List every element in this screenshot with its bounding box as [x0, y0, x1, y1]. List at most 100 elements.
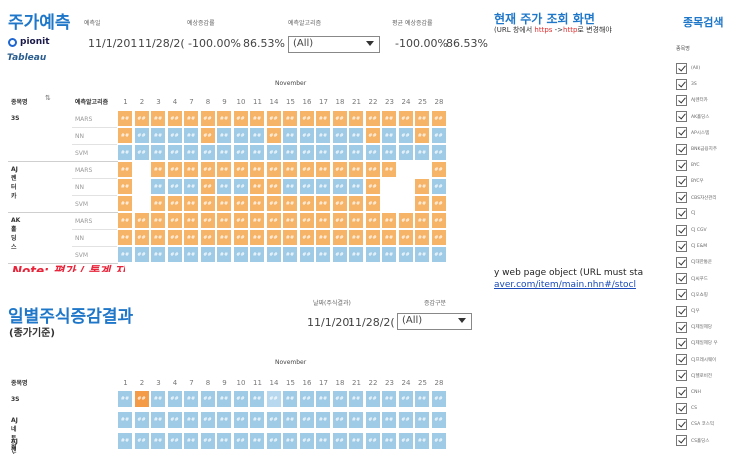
- heatmap-cell[interactable]: ##: [118, 145, 133, 161]
- heatmap-cell[interactable]: ##: [415, 196, 430, 212]
- heatmap-cell[interactable]: ##: [316, 213, 331, 229]
- heatmap-cell[interactable]: ##: [431, 230, 447, 246]
- heatmap-cell[interactable]: ##: [184, 196, 199, 212]
- heatmap-cell[interactable]: ##: [184, 433, 199, 450]
- heatmap-cell[interactable]: ##: [233, 230, 249, 246]
- s2-date-from[interactable]: 11/1/20:: [307, 316, 353, 329]
- filter-rate-min[interactable]: -100.00%: [188, 37, 241, 50]
- heatmap-cell[interactable]: ##: [365, 412, 381, 429]
- heatmap-cell[interactable]: ##: [233, 412, 249, 429]
- heatmap-cell[interactable]: ##: [200, 111, 216, 127]
- heatmap-cell[interactable]: ##: [365, 111, 381, 127]
- stock-checkbox-item[interactable]: CJ헬로비전: [676, 370, 712, 382]
- heatmap-cell[interactable]: ##: [316, 162, 331, 178]
- heatmap-cell[interactable]: ##: [431, 196, 447, 212]
- heatmap-cell[interactable]: ##: [365, 128, 381, 144]
- stock-checkbox-item[interactable]: CJ프레시웨이: [676, 354, 716, 366]
- heatmap-cell[interactable]: [415, 162, 430, 178]
- heatmap-cell[interactable]: ##: [299, 247, 315, 263]
- heatmap-cell[interactable]: ##: [233, 391, 249, 408]
- checkbox-icon[interactable]: [676, 94, 687, 106]
- heatmap-cell[interactable]: ##: [134, 247, 150, 263]
- stock-checkbox-item[interactable]: CJ: [676, 208, 695, 220]
- heatmap-cell[interactable]: ##: [398, 412, 414, 429]
- heatmap-cell[interactable]: ##: [415, 128, 430, 144]
- heatmap-cell[interactable]: ##: [398, 145, 414, 161]
- heatmap-cell[interactable]: ##: [151, 145, 166, 161]
- heatmap-cell[interactable]: ##: [398, 247, 414, 263]
- heatmap-cell[interactable]: ##: [250, 145, 265, 161]
- heatmap-cell[interactable]: ##: [398, 111, 414, 127]
- heatmap-cell[interactable]: ##: [233, 145, 249, 161]
- heatmap-cell[interactable]: ##: [118, 391, 133, 408]
- heatmap-cell[interactable]: ##: [184, 179, 199, 195]
- heatmap-cell[interactable]: ##: [415, 111, 430, 127]
- heatmap-cell[interactable]: ##: [151, 247, 166, 263]
- heatmap-cell[interactable]: ##: [349, 128, 364, 144]
- heatmap-cell[interactable]: ##: [365, 196, 381, 212]
- sort-icon[interactable]: ⇅: [45, 94, 51, 102]
- checkbox-icon[interactable]: [676, 78, 687, 90]
- heatmap-cell[interactable]: ##: [118, 213, 133, 229]
- heatmap-cell[interactable]: ##: [316, 128, 331, 144]
- filter-rate-max[interactable]: 86.53%: [243, 37, 285, 50]
- heatmap-cell[interactable]: ##: [118, 230, 133, 246]
- heatmap-cell[interactable]: ##: [431, 145, 447, 161]
- heatmap-cell[interactable]: ##: [151, 196, 166, 212]
- heatmap-cell[interactable]: ##: [365, 145, 381, 161]
- heatmap-cell[interactable]: ##: [266, 391, 282, 408]
- stock-checkbox-item[interactable]: CSA 코스믹: [676, 418, 714, 430]
- heatmap-cell[interactable]: ##: [250, 128, 265, 144]
- heatmap-cell[interactable]: ##: [365, 433, 381, 450]
- heatmap-cell[interactable]: ##: [365, 230, 381, 246]
- checkbox-icon[interactable]: [676, 435, 687, 447]
- heatmap-cell[interactable]: ##: [233, 213, 249, 229]
- checkbox-icon[interactable]: [676, 192, 687, 204]
- heatmap-cell[interactable]: ##: [250, 111, 265, 127]
- heatmap-cell[interactable]: ##: [250, 433, 265, 450]
- checkbox-icon[interactable]: [676, 175, 687, 187]
- checkbox-icon[interactable]: [676, 402, 687, 414]
- heatmap-cell[interactable]: ##: [184, 230, 199, 246]
- heatmap-cell[interactable]: ##: [299, 128, 315, 144]
- heatmap-cell[interactable]: ##: [332, 128, 348, 144]
- checkbox-icon[interactable]: [676, 337, 687, 349]
- heatmap-cell[interactable]: ##: [382, 247, 397, 263]
- heatmap-cell[interactable]: ##: [332, 412, 348, 429]
- heatmap-cell[interactable]: ##: [316, 145, 331, 161]
- heatmap-cell[interactable]: ##: [283, 196, 298, 212]
- stock-checkbox-item[interactable]: BNK금융지주: [676, 143, 717, 155]
- checkbox-icon[interactable]: [676, 62, 687, 74]
- heatmap-cell[interactable]: ##: [382, 128, 397, 144]
- heatmap-cell[interactable]: ##: [316, 433, 331, 450]
- heatmap-cell[interactable]: ##: [283, 145, 298, 161]
- heatmap-cell[interactable]: ##: [349, 145, 364, 161]
- heatmap-cell[interactable]: ##: [299, 391, 315, 408]
- web-object-url[interactable]: aver.com/item/main.nhn#/stocl: [494, 280, 662, 290]
- heatmap-cell[interactable]: ##: [167, 196, 183, 212]
- heatmap-cell[interactable]: [134, 162, 150, 178]
- heatmap-cell[interactable]: ##: [283, 412, 298, 429]
- heatmap-cell[interactable]: ##: [266, 247, 282, 263]
- checkbox-icon[interactable]: [676, 143, 687, 155]
- heatmap-cell[interactable]: ##: [431, 111, 447, 127]
- stock-checkbox-item[interactable]: CBS자산관리: [676, 192, 717, 204]
- heatmap-cell[interactable]: ##: [200, 247, 216, 263]
- heatmap-cell[interactable]: ##: [266, 213, 282, 229]
- stock-checkbox-item[interactable]: CJ우: [676, 305, 700, 317]
- heatmap-cell[interactable]: ##: [184, 162, 199, 178]
- heatmap-cell[interactable]: ##: [184, 412, 199, 429]
- stock-checkbox-item[interactable]: CS: [676, 402, 697, 414]
- heatmap-cell[interactable]: ##: [250, 162, 265, 178]
- heatmap-cell[interactable]: ##: [200, 145, 216, 161]
- heatmap-cell[interactable]: ##: [134, 230, 150, 246]
- heatmap-cell[interactable]: ##: [167, 111, 183, 127]
- heatmap-cell[interactable]: ##: [151, 412, 166, 429]
- heatmap-cell[interactable]: ##: [266, 145, 282, 161]
- heatmap-cell[interactable]: ##: [118, 412, 133, 429]
- checkbox-icon[interactable]: [676, 321, 687, 333]
- checkbox-icon[interactable]: [676, 208, 687, 220]
- heatmap-cell[interactable]: ##: [299, 196, 315, 212]
- heatmap-cell[interactable]: ##: [431, 247, 447, 263]
- heatmap-cell[interactable]: ##: [415, 247, 430, 263]
